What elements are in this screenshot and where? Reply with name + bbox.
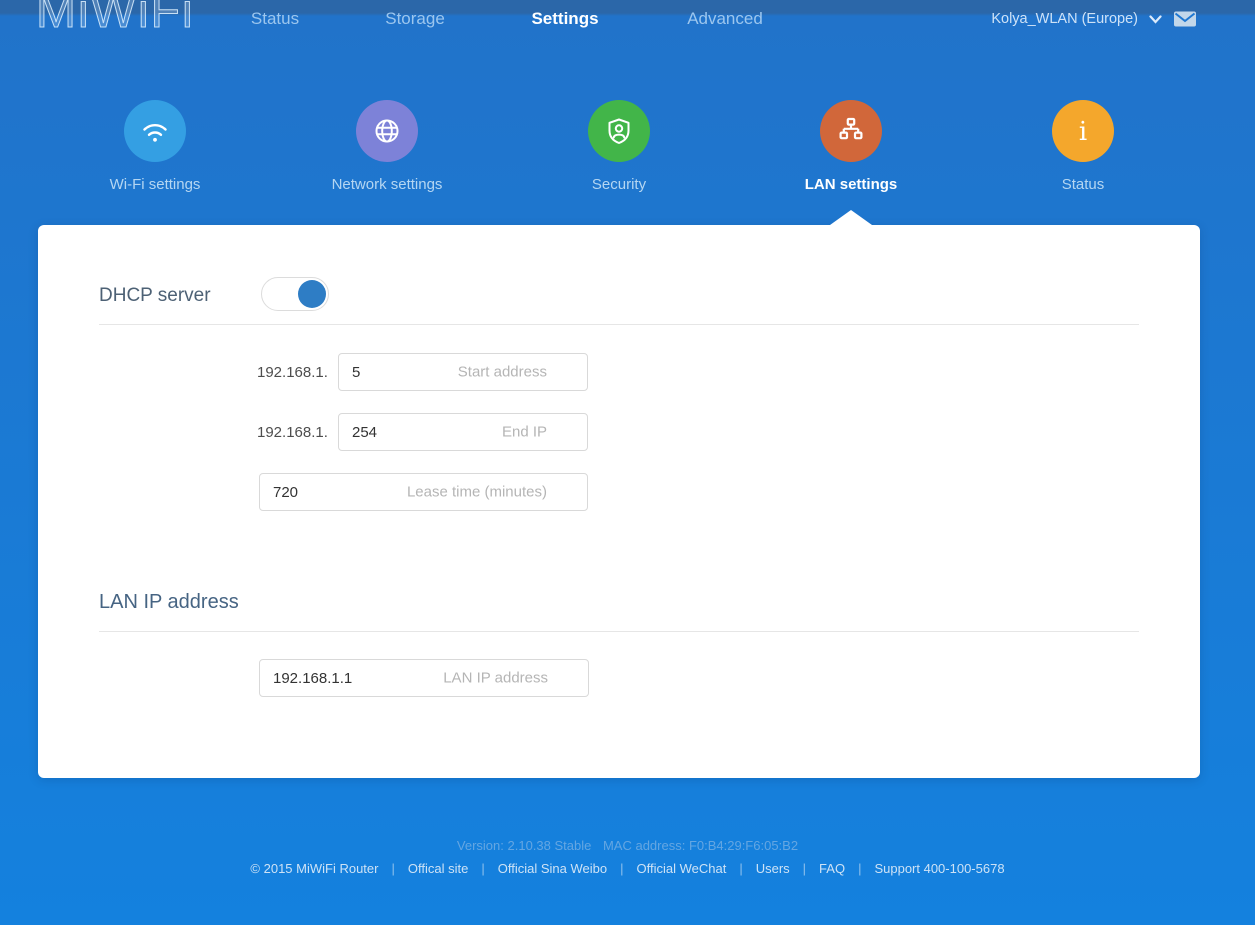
footer-link-sina-weibo[interactable]: Official Sina Weibo (498, 861, 607, 876)
settings-tab-row: Wi-Fi settings Network settings Security (39, 100, 1199, 193)
lan-ip-field-wrap: LAN IP address (259, 659, 589, 697)
nav-item-status[interactable]: Status (251, 9, 299, 29)
tab-network-settings[interactable]: Network settings (271, 100, 503, 193)
footer-separator: | (481, 861, 484, 876)
tab-status[interactable]: i Status (967, 100, 1199, 193)
tab-label[interactable]: LAN settings (805, 176, 898, 193)
footer-separator: | (391, 861, 394, 876)
tab-label[interactable]: Security (592, 176, 646, 193)
footer-link-wechat[interactable]: Official WeChat (636, 861, 726, 876)
footer-link-faq[interactable]: FAQ (819, 861, 845, 876)
footer-link-support[interactable]: Support 400-100-5678 (874, 861, 1004, 876)
miwifi-logo: MiWiFi (36, 0, 195, 39)
footer-separator: | (620, 861, 623, 876)
account-label[interactable]: Kolya_WLAN (Europe) (991, 11, 1138, 27)
lease-time-field-wrap: Lease time (minutes) (259, 473, 588, 511)
divider (99, 324, 1139, 325)
footer-link-official-site[interactable]: Offical site (408, 861, 468, 876)
end-ip-prefix: 192.168.1. (257, 424, 327, 441)
end-ip-input[interactable] (339, 414, 587, 450)
lan-ip-input[interactable] (260, 660, 588, 696)
start-address-input[interactable] (339, 354, 587, 390)
svg-text:i: i (1079, 117, 1087, 147)
tab-label[interactable]: Wi-Fi settings (110, 176, 201, 193)
tab-security[interactable]: Security (503, 100, 735, 193)
tab-lan-settings[interactable]: LAN settings (735, 100, 967, 193)
footer-separator: | (858, 861, 861, 876)
account-menu[interactable]: Kolya_WLAN (Europe) (991, 10, 1197, 28)
nav-item-advanced[interactable]: Advanced (687, 9, 763, 29)
mail-icon[interactable] (1173, 10, 1197, 28)
dhcp-toggle-knob[interactable] (298, 280, 326, 308)
divider (99, 631, 1139, 632)
lease-time-input[interactable] (260, 474, 587, 510)
lan-settings-panel: DHCP server 192.168.1. Start address 192… (38, 225, 1200, 778)
start-address-field-wrap: Start address (338, 353, 588, 391)
shield-user-icon[interactable] (588, 100, 650, 162)
tab-label[interactable]: Status (1062, 176, 1105, 193)
footer-version-line: Version: 2.10.38 Stable MAC address: F0:… (0, 838, 1255, 853)
globe-icon[interactable] (356, 100, 418, 162)
footer-link-copyright[interactable]: © 2015 MiWiFi Router (250, 861, 378, 876)
footer-link-users[interactable]: Users (756, 861, 790, 876)
tab-label[interactable]: Network settings (332, 176, 443, 193)
end-ip-field-wrap: End IP (338, 413, 588, 451)
mac-address: MAC address: F0:B4:29:F6:05:B2 (603, 838, 798, 853)
chevron-down-icon[interactable] (1149, 15, 1162, 24)
dhcp-server-label: DHCP server (99, 285, 211, 307)
dhcp-toggle[interactable] (261, 277, 329, 311)
footer-separator: | (803, 861, 806, 876)
footer-links: © 2015 MiWiFi Router | Offical site | Offici… (0, 861, 1255, 876)
nav-item-settings[interactable]: Settings (531, 9, 598, 29)
lan-topology-icon[interactable] (820, 100, 882, 162)
firmware-version: Version: 2.10.38 Stable (457, 838, 591, 853)
wifi-icon[interactable] (124, 100, 186, 162)
start-address-prefix: 192.168.1. (257, 364, 327, 381)
info-icon[interactable]: i (1052, 100, 1114, 162)
footer-separator: | (739, 861, 742, 876)
lan-ip-heading: LAN IP address (99, 591, 239, 614)
nav-item-storage[interactable]: Storage (385, 9, 445, 29)
tab-wifi-settings[interactable]: Wi-Fi settings (39, 100, 271, 193)
panel-notch (830, 210, 872, 225)
